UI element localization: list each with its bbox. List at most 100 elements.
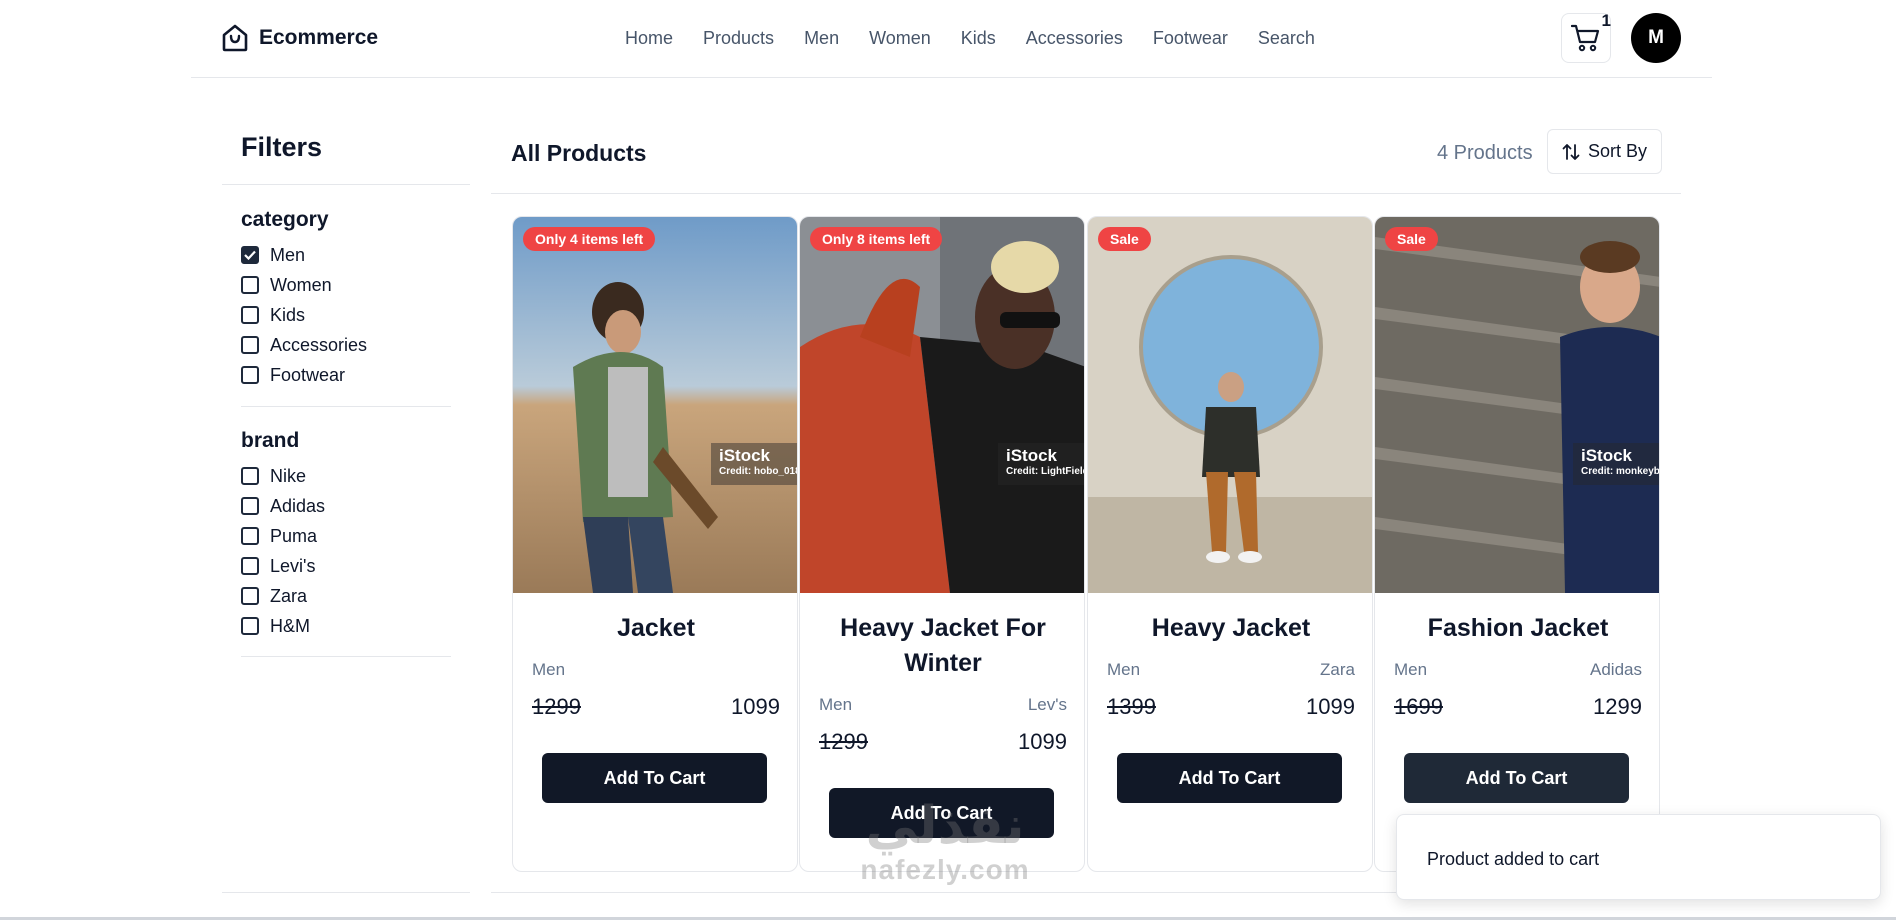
nav-item-accessories[interactable]: Accessories (1026, 28, 1123, 49)
product-title[interactable]: Jacket (533, 611, 779, 646)
add-to-cart-button[interactable]: Add To Cart (542, 753, 767, 803)
filter-option-puma[interactable]: Puma (241, 521, 451, 551)
filter-option-men[interactable]: Men (241, 240, 451, 270)
filter-group-title: brand (241, 429, 300, 452)
sale-price: 1099 (1306, 694, 1355, 719)
filters-sidebar: Filters category Men Women Kids Accessor… (222, 96, 470, 893)
sort-by-button[interactable]: Sort By (1547, 129, 1662, 174)
product-image[interactable]: Sale iStock Credit: monkeybusinessimages (1375, 217, 1659, 593)
product-card[interactable]: Sale iStock Credit: monkeybusinessimages… (1374, 216, 1660, 872)
image-credit: Credit: hobo_018 (719, 466, 797, 477)
filter-group-brand: brand Nike Adidas Puma Levi's Zara H&M (241, 429, 451, 641)
product-photo (800, 217, 1084, 593)
checkbox[interactable] (241, 497, 259, 515)
divider (241, 406, 451, 407)
sale-badge: Sale (1098, 227, 1151, 251)
product-category: Men (1107, 660, 1141, 679)
toast-message: Product added to cart (1427, 849, 1600, 869)
sale-badge: Sale (1385, 227, 1438, 251)
checkbox[interactable] (241, 336, 259, 354)
cart-button[interactable]: 1 (1561, 11, 1611, 63)
filter-option-accessories[interactable]: Accessories (241, 330, 451, 360)
filter-option-zara[interactable]: Zara (241, 581, 451, 611)
brand-logo[interactable]: Ecommerce (221, 23, 378, 53)
checkbox[interactable] (241, 306, 259, 324)
product-meta: Men Zara (1107, 660, 1355, 680)
brand-name: Ecommerce (259, 26, 379, 49)
nav-item-men[interactable]: Men (804, 28, 839, 49)
image-credit-watermark: iStock Credit: monkeybusinessimages (1573, 443, 1659, 485)
sale-price: 1099 (731, 694, 780, 719)
filter-option-hm[interactable]: H&M (241, 611, 451, 641)
main-nav: Home Products Men Women Kids Accessories… (625, 28, 1345, 49)
filter-option-label: Accessories (270, 334, 368, 355)
watermark-arabic: نفذلي (865, 796, 1025, 856)
nav-item-kids[interactable]: Kids (961, 28, 996, 49)
checkbox[interactable] (241, 467, 259, 485)
original-price: 1399 (1107, 694, 1156, 719)
nav-item-search[interactable]: Search (1258, 28, 1315, 49)
filter-option-levis[interactable]: Levi's (241, 551, 451, 581)
filter-option-label: Nike (270, 465, 307, 486)
checkbox[interactable] (241, 366, 259, 384)
filter-option-label: Zara (270, 585, 308, 606)
nav-item-footwear[interactable]: Footwear (1153, 28, 1228, 49)
product-title[interactable]: Fashion Jacket (1395, 611, 1641, 646)
image-credit: Credit: LightFieldStudios (1006, 466, 1084, 477)
product-price-row: 1299 1099 (532, 694, 780, 720)
filter-option-nike[interactable]: Nike (241, 461, 451, 491)
filter-option-women[interactable]: Women (241, 270, 451, 300)
sale-price: 1299 (1593, 694, 1642, 719)
add-to-cart-button[interactable]: Add To Cart (1404, 753, 1629, 803)
istock-logo: iStock (719, 446, 771, 465)
product-price-row: 1699 1299 (1394, 694, 1642, 720)
product-card[interactable]: Only 8 items left iStock Credit: LightFi… (799, 216, 1085, 872)
filter-option-footwear[interactable]: Footwear (241, 360, 451, 390)
sort-arrows-icon (1562, 143, 1580, 160)
product-meta: Men (532, 660, 780, 680)
toast-notification[interactable]: Product added to cart (1396, 814, 1881, 900)
watermark-latin: nafezly.com (860, 854, 1030, 885)
filter-option-label: Men (270, 244, 306, 265)
product-category: Men (819, 695, 853, 714)
filters-title: Filters (241, 132, 323, 162)
nav-item-women[interactable]: Women (869, 28, 931, 49)
filter-option-label: Puma (270, 525, 318, 546)
product-price-row: 1399 1099 (1107, 694, 1355, 720)
checkbox[interactable] (241, 617, 259, 635)
filter-option-label: Footwear (270, 364, 346, 385)
product-image[interactable]: Only 4 items left iStock Credit: hobo_01… (513, 217, 797, 593)
product-image[interactable]: Only 8 items left iStock Credit: LightFi… (800, 217, 1084, 593)
filter-option-adidas[interactable]: Adidas (241, 491, 451, 521)
checkbox[interactable] (241, 587, 259, 605)
istock-logo: iStock (1581, 446, 1633, 465)
checkbox-checked[interactable] (241, 246, 259, 264)
sort-by-label: Sort By (1587, 141, 1648, 161)
add-to-cart-button[interactable]: Add To Cart (1117, 753, 1342, 803)
filter-option-label: Levi's (270, 555, 316, 576)
checkbox[interactable] (241, 276, 259, 294)
product-brand: Lev's (1027, 695, 1067, 714)
nav-item-home[interactable]: Home (625, 28, 673, 49)
nav-item-products[interactable]: Products (703, 28, 774, 49)
stock-badge: Only 8 items left (810, 227, 943, 251)
site-watermark: نفذلي nafezly.com (840, 800, 1050, 888)
cart-count-badge: 1 (1601, 11, 1611, 30)
checkbox[interactable] (241, 557, 259, 575)
image-credit-watermark: iStock Credit: hobo_018 (711, 443, 797, 485)
divider (222, 184, 470, 185)
filter-group-title: category (241, 208, 329, 231)
product-card[interactable]: Sale Heavy Jacket Men Zara 1399 1099 Add… (1087, 216, 1373, 872)
checkbox[interactable] (241, 527, 259, 545)
product-image[interactable]: Sale (1088, 217, 1372, 593)
product-title[interactable]: Heavy Jacket (1108, 611, 1354, 646)
divider (241, 656, 451, 657)
filter-group-category: category Men Women Kids Accessories Foot… (241, 208, 451, 390)
product-title[interactable]: Heavy Jacket For Winter (820, 611, 1066, 681)
filter-option-kids[interactable]: Kids (241, 300, 451, 330)
product-meta: Men Adidas (1394, 660, 1642, 680)
istock-logo: iStock (1006, 446, 1058, 465)
user-avatar[interactable]: M (1631, 13, 1681, 63)
product-card[interactable]: Only 4 items left iStock Credit: hobo_01… (512, 216, 798, 872)
product-photo (1375, 217, 1659, 593)
